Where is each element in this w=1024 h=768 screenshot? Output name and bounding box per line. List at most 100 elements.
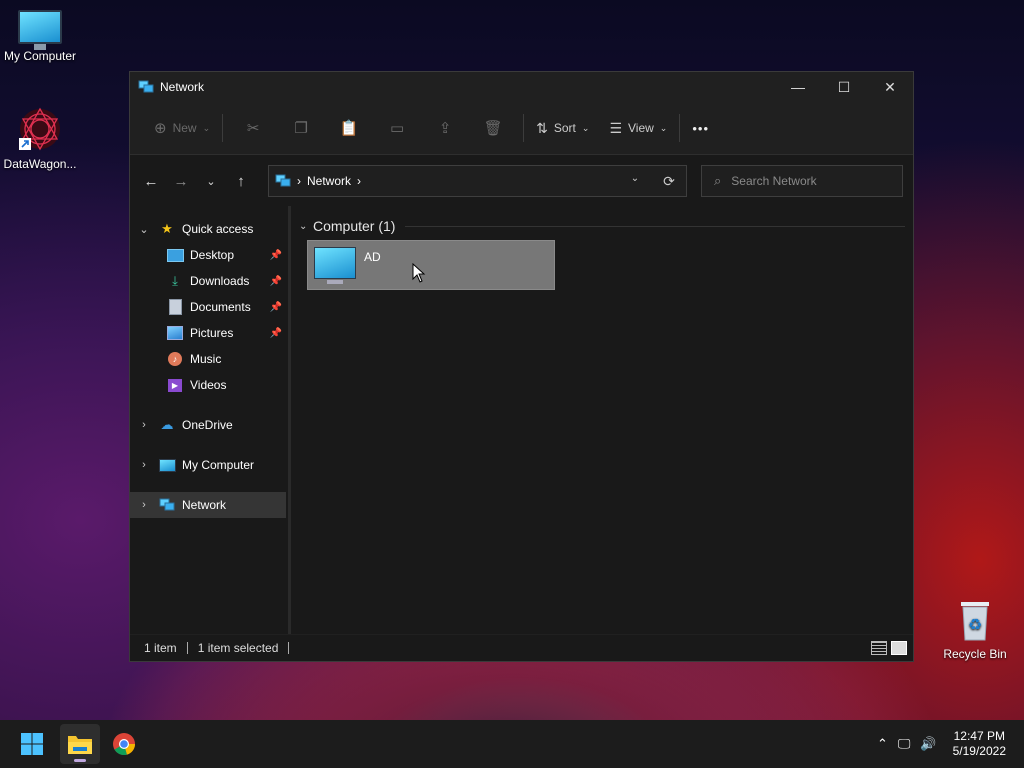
folder-icon [68, 736, 92, 754]
network-status-icon[interactable]: 🖵 [898, 736, 911, 752]
close-button[interactable]: ✕ [867, 72, 913, 102]
forward-button[interactable]: → [166, 173, 196, 190]
search-box[interactable]: ⌕ [701, 165, 903, 197]
maximize-button[interactable]: ☐ [821, 72, 867, 102]
sidebar-item-desktop[interactable]: Desktop 📌 [130, 242, 286, 268]
pin-icon: 📌 [269, 327, 282, 339]
plus-circle-icon: ⊕ [154, 120, 167, 137]
desktop-icon-datawagon[interactable]: DataWagon... [0, 106, 80, 171]
status-bar: 1 item 1 item selected [130, 635, 913, 661]
mouse-cursor [412, 263, 426, 283]
svg-text:♻: ♻ [968, 615, 982, 634]
download-icon: ⤓ [172, 273, 178, 288]
taskbar-file-explorer[interactable] [60, 724, 100, 764]
taskbar-chrome[interactable] [104, 724, 144, 764]
computer-item-ad[interactable]: AD [307, 240, 555, 290]
network-icon [275, 174, 291, 187]
new-button-label: New [172, 121, 197, 135]
delete-button[interactable]: 🗑 [469, 112, 517, 144]
cut-button[interactable]: ✂ [229, 112, 277, 144]
sidebar-item-pictures[interactable]: Pictures 📌 [130, 320, 286, 346]
scissors-icon: ✂ [246, 120, 260, 137]
content-pane[interactable]: ⌄ Computer (1) AD [291, 206, 913, 634]
large-icons-view-icon[interactable] [891, 641, 907, 655]
share-icon: ⇪ [438, 120, 452, 137]
sidebar-item-music[interactable]: ♪ Music [130, 346, 286, 372]
system-tray: ⌃ 🖵 🔊 12:47 PM 5/19/2022 [877, 729, 1024, 759]
sidebar-item-label: Pictures [190, 326, 234, 340]
chevron-right-icon[interactable]: › [130, 499, 158, 511]
recent-locations-button[interactable]: ⌄ [196, 175, 226, 188]
view-list-icon: ☰ [609, 119, 622, 136]
computer-icon [314, 247, 356, 284]
breadcrumb-network[interactable]: Network [307, 174, 351, 188]
chevron-right-icon[interactable]: › [130, 419, 158, 431]
chevron-down-icon: ⌄ [659, 122, 668, 133]
chevron-down-icon: ⌄ [581, 122, 590, 133]
minimize-button[interactable]: — [775, 72, 821, 102]
sidebar-item-label: My Computer [182, 458, 255, 472]
explorer-body: ⌄ ★ Quick access Desktop 📌 ⤓ Downloads 📌… [130, 206, 913, 634]
clipboard-icon: 📋 [339, 120, 359, 137]
picture-icon [166, 325, 184, 341]
more-options-button[interactable]: ••• [686, 112, 715, 144]
paste-button[interactable]: 📋 [325, 112, 373, 144]
sidebar-item-downloads[interactable]: ⤓ Downloads 📌 [130, 268, 286, 294]
details-view-icon[interactable] [871, 641, 887, 655]
star-icon: ★ [161, 221, 173, 236]
title-bar[interactable]: Network — ☐ ✕ [130, 72, 913, 102]
sidebar-item-label: Music [190, 352, 222, 366]
desktop-folder-icon [166, 247, 184, 263]
chevron-down-icon[interactable]: ⌄ [130, 223, 158, 236]
view-button-label: View [628, 121, 654, 135]
desktop-icon-my-computer[interactable]: My Computer [0, 10, 80, 63]
breadcrumb-separator[interactable]: › [357, 174, 361, 188]
chevron-down-icon[interactable]: ⌄ [299, 221, 313, 232]
start-button[interactable] [12, 724, 52, 764]
status-divider [186, 642, 188, 654]
sidebar-item-onedrive[interactable]: › ☁ OneDrive [130, 412, 286, 438]
breadcrumb-separator[interactable]: › [297, 174, 301, 188]
group-title: Computer (1) [313, 218, 396, 234]
navigation-pane[interactable]: ⌄ ★ Quick access Desktop 📌 ⤓ Downloads 📌… [130, 206, 291, 634]
clock[interactable]: 12:47 PM 5/19/2022 [953, 729, 1006, 759]
volume-icon[interactable]: 🔊 [920, 736, 936, 752]
item-name: AD [364, 250, 381, 264]
chevron-down-icon: ⌄ [202, 122, 211, 133]
up-button[interactable]: ↑ [226, 173, 256, 190]
new-button[interactable]: ⊕ New ⌄ [148, 112, 216, 144]
sort-button-label: Sort [553, 121, 576, 135]
rename-button[interactable]: ▭ [373, 112, 421, 144]
address-bar[interactable]: › Network › ⌄ ⟳ [268, 165, 687, 197]
search-icon: ⌕ [714, 173, 722, 188]
sidebar-item-network[interactable]: › Network [130, 492, 286, 518]
address-history-dropdown[interactable]: ⌄ [618, 173, 652, 190]
view-button[interactable]: ☰ View ⌄ [603, 112, 673, 144]
group-header[interactable]: ⌄ Computer (1) [299, 214, 905, 238]
command-bar: ⊕ New ⌄ ✂ ❐ 📋 ▭ ⇪ 🗑 ⇅ Sort ⌄ ☰ View ⌄ ••… [130, 102, 913, 154]
sidebar-item-quick-access[interactable]: ⌄ ★ Quick access [130, 216, 286, 242]
copy-icon: ❐ [294, 120, 308, 137]
network-icon [158, 497, 176, 513]
sidebar-item-label: Desktop [190, 248, 235, 262]
sidebar-item-videos[interactable]: ▶ Videos [130, 372, 286, 398]
file-explorer-window: Network — ☐ ✕ ⊕ New ⌄ ✂ ❐ 📋 ▭ ⇪ 🗑 ⇅ Sort… [129, 71, 914, 662]
desktop-icon-recycle-bin[interactable]: ♻ Recycle Bin [935, 598, 1015, 661]
cloud-icon: ☁ [160, 417, 174, 432]
monitor-icon [158, 457, 176, 473]
recycle-bin-icon: ♻ [961, 602, 989, 641]
search-input[interactable] [729, 173, 884, 189]
chevron-right-icon[interactable]: › [130, 459, 158, 471]
sidebar-item-documents[interactable]: Documents 📌 [130, 294, 286, 320]
sidebar-item-my-computer[interactable]: › My Computer [130, 452, 286, 478]
back-button[interactable]: ← [136, 173, 166, 190]
video-icon: ▶ [166, 377, 184, 393]
share-button[interactable]: ⇪ [421, 112, 469, 144]
copy-button[interactable]: ❐ [277, 112, 325, 144]
chevron-up-icon[interactable]: ⌃ [877, 736, 888, 752]
pin-icon: 📌 [269, 275, 282, 287]
trash-icon: 🗑 [483, 120, 503, 137]
sidebar-item-label: Videos [190, 378, 227, 392]
sort-button[interactable]: ⇅ Sort ⌄ [530, 112, 595, 144]
refresh-button[interactable]: ⟳ [652, 173, 686, 190]
